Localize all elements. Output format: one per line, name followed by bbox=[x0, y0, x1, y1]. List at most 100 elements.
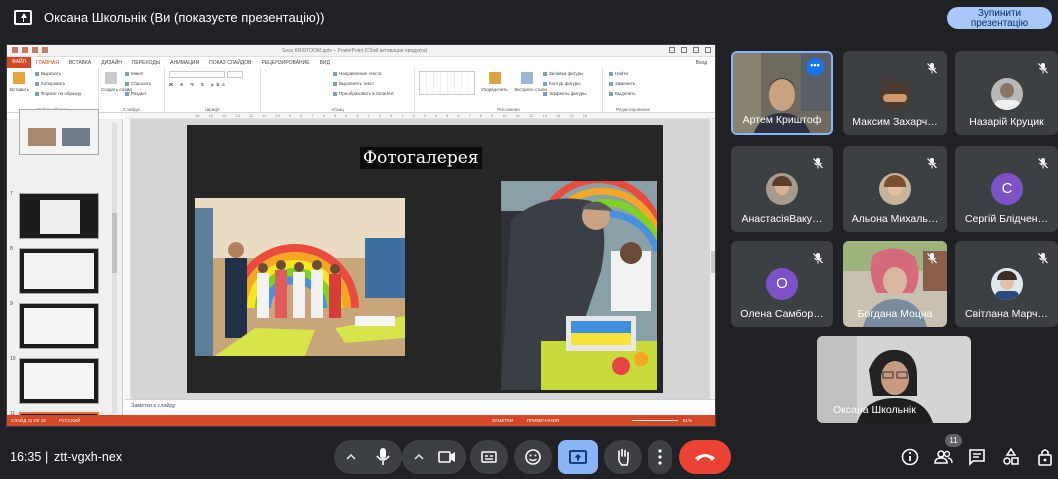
login-link[interactable]: Вход bbox=[696, 60, 707, 66]
people-icon[interactable] bbox=[932, 446, 954, 468]
thumbnails-scrollbar[interactable] bbox=[112, 123, 117, 413]
tab-transitions[interactable]: ПЕРЕХОДЫ bbox=[127, 60, 165, 66]
paste-button[interactable]: Вставить bbox=[10, 87, 29, 92]
text-direction-button[interactable]: Направление текста bbox=[333, 71, 382, 76]
chevron-up-icon[interactable] bbox=[346, 453, 356, 461]
avatar-detail bbox=[994, 100, 1020, 110]
font-name-select[interactable] bbox=[169, 71, 225, 78]
chevron-up-icon[interactable] bbox=[414, 453, 424, 461]
reset-button[interactable]: Сбросить bbox=[125, 81, 151, 86]
scrollbar-thumb[interactable] bbox=[112, 213, 117, 273]
fill-icon bbox=[543, 71, 547, 76]
classroom-group-photo[interactable] bbox=[195, 198, 405, 356]
notes-toggle[interactable]: ЗАМЕТКИ bbox=[492, 418, 513, 423]
ribbon-tabs: ФАЙЛ ГЛАВНАЯ ВСТАВКА ДИЗАЙН ПЕРЕХОДЫ АНИ… bbox=[7, 57, 715, 68]
slide-thumb-7[interactable] bbox=[19, 193, 99, 239]
participant-tile-anastasiia[interactable]: АнастасіяВаку… bbox=[731, 146, 833, 232]
microphone-button[interactable] bbox=[364, 440, 402, 474]
copy-icon bbox=[35, 81, 39, 86]
font-format-buttons[interactable]: Ж К Ч S abc bbox=[169, 82, 228, 87]
shape-outline-button[interactable]: Контур фигуры bbox=[543, 81, 580, 86]
slide-thumb-8[interactable] bbox=[19, 248, 99, 294]
tab-design[interactable]: ДИЗАЙН bbox=[96, 60, 127, 66]
section-button[interactable]: Раздел bbox=[125, 91, 146, 96]
slide-thumb-6[interactable] bbox=[19, 109, 99, 155]
present-now-button[interactable] bbox=[558, 440, 598, 474]
undo-icon[interactable] bbox=[22, 47, 28, 53]
slide-notes-field[interactable]: Заметки к слайду bbox=[125, 399, 715, 415]
replace-label: Заменить bbox=[615, 81, 636, 86]
meeting-info-icon[interactable] bbox=[899, 446, 921, 468]
start-show-icon[interactable] bbox=[42, 47, 48, 53]
find-button[interactable]: Найти bbox=[609, 71, 628, 76]
quick-styles-icon[interactable] bbox=[521, 72, 533, 84]
new-slide-icon[interactable] bbox=[105, 72, 117, 84]
participant-tile-olena[interactable]: О Олена Самбор… bbox=[731, 241, 833, 327]
participant-tile-serhii[interactable]: С Сергій Блідчен… bbox=[955, 146, 1058, 232]
format-painter-button[interactable]: Формат по образцу bbox=[35, 91, 81, 96]
shapes-gallery[interactable] bbox=[419, 71, 475, 95]
help-icon[interactable] bbox=[669, 47, 675, 53]
font-size-select[interactable] bbox=[227, 71, 243, 78]
cut-button[interactable]: Вырезать bbox=[35, 71, 61, 76]
participant-tile-maksym[interactable]: Максим Захарч… bbox=[843, 51, 947, 135]
shape-fill-button[interactable]: Заливка фигуры bbox=[543, 71, 583, 76]
tab-animations[interactable]: АНИМАЦИЯ bbox=[165, 60, 204, 66]
shape-effects-button[interactable]: Эффекты фигуры bbox=[543, 91, 587, 96]
tab-view[interactable]: ВИД bbox=[315, 60, 335, 66]
participant-tile-artem[interactable]: ••• Артем Криштоф bbox=[731, 51, 833, 135]
host-controls-icon[interactable] bbox=[1034, 446, 1056, 468]
zoom-level[interactable]: 61% bbox=[683, 418, 692, 423]
layout-button[interactable]: Макет bbox=[125, 71, 144, 76]
zoom-slider[interactable] bbox=[632, 420, 678, 421]
select-button[interactable]: Выделить bbox=[609, 91, 636, 96]
close-icon[interactable] bbox=[705, 47, 711, 53]
slide-thumb-9[interactable] bbox=[19, 303, 99, 349]
quick-styles-button[interactable]: Экспресс-стили bbox=[514, 87, 547, 92]
copy-button[interactable]: Копировать bbox=[35, 81, 65, 86]
leave-call-button[interactable] bbox=[679, 440, 731, 474]
tab-file[interactable]: ФАЙЛ bbox=[7, 57, 31, 68]
ruler-tick: 11 bbox=[515, 113, 520, 118]
smartart-button[interactable]: Преобразовать в SmartArt bbox=[333, 91, 394, 96]
tab-slideshow[interactable]: ПОКАЗ СЛАЙДОВ bbox=[204, 60, 256, 66]
arrange-button[interactable]: Упорядочить bbox=[481, 87, 508, 92]
maximize-icon[interactable] bbox=[693, 47, 699, 53]
minimize-icon[interactable] bbox=[681, 47, 687, 53]
captions-button[interactable] bbox=[470, 440, 508, 474]
stop-presenting-button[interactable]: Зупинити презентацію bbox=[947, 7, 1052, 29]
current-slide[interactable]: Фотогалерея bbox=[187, 125, 663, 393]
participant-tile-nazarii[interactable]: Назарій Круцик bbox=[955, 51, 1058, 135]
slide-thumb-10[interactable] bbox=[19, 358, 99, 404]
more-options-button[interactable] bbox=[648, 440, 672, 474]
reactions-button[interactable] bbox=[514, 440, 552, 474]
slide-number: 7 bbox=[10, 191, 13, 197]
arrange-icon[interactable] bbox=[489, 72, 501, 84]
painting-activity-photo[interactable] bbox=[501, 181, 657, 390]
participant-tile-svitlana[interactable]: Світлана Марч… bbox=[955, 241, 1058, 327]
redo-icon[interactable] bbox=[32, 47, 38, 53]
tab-insert[interactable]: ВСТАВКА bbox=[64, 60, 96, 66]
paste-icon[interactable] bbox=[13, 72, 25, 84]
slide-title[interactable]: Фотогалерея bbox=[360, 147, 482, 169]
participant-tile-bohdana[interactable]: Богдана Моцна bbox=[843, 241, 947, 327]
reset-icon bbox=[125, 81, 129, 86]
thumb-screenshot bbox=[24, 253, 94, 289]
section-icon bbox=[125, 91, 129, 96]
activities-icon[interactable] bbox=[1000, 446, 1022, 468]
editor-scrollbar[interactable] bbox=[710, 119, 715, 399]
thumb-photo bbox=[62, 128, 90, 146]
participant-tile-self[interactable]: Оксана Школьнік bbox=[817, 336, 971, 423]
participant-tile-alona[interactable]: Альона Михаль… bbox=[843, 146, 947, 232]
save-icon[interactable] bbox=[12, 47, 18, 53]
more-options-icon[interactable]: ••• bbox=[806, 58, 824, 76]
camera-button[interactable] bbox=[428, 440, 466, 474]
raise-hand-button[interactable] bbox=[604, 440, 642, 474]
tab-review[interactable]: РЕЦЕНЗИРОВАНИЕ bbox=[256, 60, 314, 66]
replace-button[interactable]: Заменить bbox=[609, 81, 635, 86]
scrollbar-thumb[interactable] bbox=[711, 251, 715, 273]
tab-home[interactable]: ГЛАВНАЯ bbox=[31, 60, 64, 66]
chat-icon[interactable] bbox=[966, 446, 988, 468]
comments-toggle[interactable]: ПРИМЕЧАНИЯ bbox=[527, 418, 559, 423]
align-text-button[interactable]: Выровнять текст bbox=[333, 81, 374, 86]
